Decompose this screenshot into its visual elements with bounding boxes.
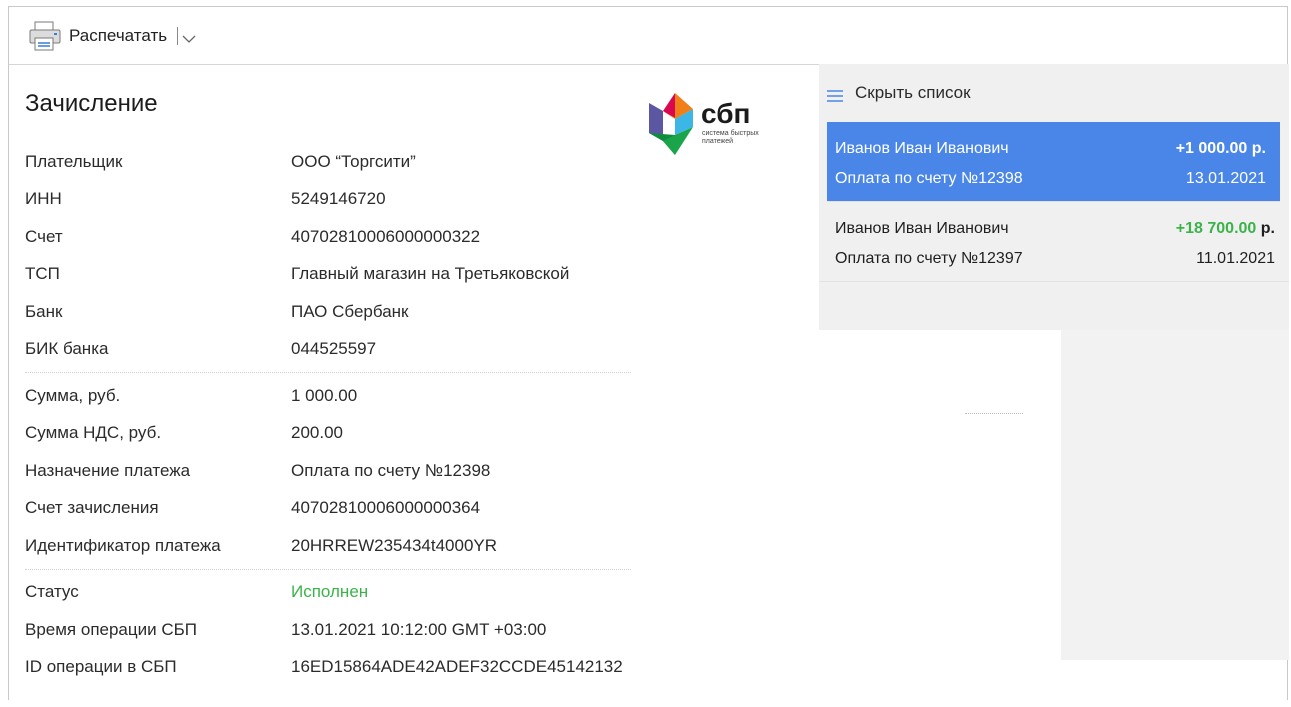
operations-sidebar: Скрыть список Иванов Иван Иванович +1 000… bbox=[819, 64, 1289, 330]
status-value: Исполнен bbox=[291, 582, 369, 602]
detail-value: 40702810006000000322 bbox=[291, 226, 481, 246]
operation-list-item[interactable]: Иванов Иван Иванович +1 000.00 р. Оплата … bbox=[827, 122, 1280, 202]
background-panel bbox=[1061, 330, 1289, 660]
printer-icon bbox=[27, 19, 65, 53]
detail-label: Счет зачисления bbox=[25, 498, 159, 518]
detail-value: Главный магазин на Третьяковской bbox=[291, 264, 570, 284]
detail-row-sbp-time: Время операции СБП 13.01.2021 10:12:00 GM… bbox=[25, 611, 625, 649]
detail-value: 16ED15864ADE42ADEF32CCDE45142132 bbox=[291, 657, 623, 677]
section-divider bbox=[25, 372, 631, 373]
detail-row-account: Счет 40702810006000000322 bbox=[25, 218, 625, 256]
detail-label: Плательщик bbox=[25, 151, 123, 171]
detail-value: 40702810006000000364 bbox=[291, 498, 481, 518]
payer-name: Иванов Иван Иванович bbox=[835, 140, 1009, 157]
detail-label: Статус bbox=[25, 582, 79, 602]
operation-date: 11.01.2021 bbox=[1196, 250, 1275, 267]
detail-value: ПАО Сбербанк bbox=[291, 301, 409, 321]
section-divider bbox=[25, 568, 631, 570]
detail-row-payer: Плательщик ООО “Торгсити” bbox=[25, 143, 625, 181]
page-title: Зачисление bbox=[25, 90, 158, 117]
detail-label: ИНН bbox=[25, 189, 62, 209]
toolbar-divider bbox=[177, 26, 179, 45]
detail-label: Банк bbox=[25, 301, 63, 321]
print-label: Распечатать bbox=[69, 25, 168, 45]
detail-label: БИК банка bbox=[25, 339, 109, 359]
details-group-amounts: Сумма, руб. 1 000.00 Сумма НДС, руб. 200.0… bbox=[25, 377, 625, 565]
detail-row-payment-id: Идентификатор платежа 20HRREW235434t4000Y… bbox=[25, 527, 625, 565]
toolbar: Распечатать bbox=[9, 7, 1287, 65]
operation-amount-value: +18 700.00 bbox=[1175, 220, 1257, 237]
detail-row-bik: БИК банка 044525597 bbox=[25, 331, 625, 369]
detail-row-inn: ИНН 5249146720 bbox=[25, 181, 625, 219]
detail-row-purpose: Назначение платежа Оплата по счету №12398 bbox=[25, 452, 625, 490]
dotted-divider bbox=[965, 413, 1023, 414]
operation-amount: +1 000.00 р. bbox=[1175, 140, 1266, 157]
detail-value: 044525597 bbox=[291, 339, 377, 359]
operation-amount: +18 700.00 р. bbox=[1176, 220, 1275, 238]
detail-row-tsp: ТСП Главный магазин на Третьяковской bbox=[25, 256, 625, 294]
sbp-logo-text: сбп bbox=[701, 98, 750, 129]
sbp-tagline-1: система быстрых bbox=[702, 129, 759, 137]
hide-list-label: Скрыть список bbox=[855, 83, 971, 102]
payer-name: Иванов Иван Иванович bbox=[835, 220, 1009, 237]
operation-date: 13.01.2021 bbox=[1185, 170, 1266, 187]
payment-details: Зачисление Плательщик ООО “Торгсити” ИНН 5… bbox=[25, 85, 631, 687]
detail-value: 20HRREW235434t4000YR bbox=[291, 535, 498, 555]
detail-label: Сумма, руб. bbox=[25, 385, 121, 405]
detail-row-bank: Банк ПАО Сбербанк bbox=[25, 293, 625, 331]
chevron-down-icon[interactable] bbox=[182, 31, 196, 43]
detail-row-vat: Сумма НДС, руб. 200.00 bbox=[25, 415, 625, 453]
sbp-logo: сбп система быстрых платежей bbox=[649, 89, 789, 161]
detail-label: Время операции СБП bbox=[25, 619, 197, 639]
hide-list-button[interactable]: Скрыть список bbox=[819, 64, 1289, 122]
operation-list-item[interactable]: Иванов Иван Иванович +18 700.00 р. Оплата… bbox=[819, 202, 1289, 282]
detail-label: ID операции в СБП bbox=[25, 657, 177, 677]
document-window: Распечатать Зачисление Плательщик ООО “То… bbox=[8, 6, 1289, 707]
detail-row-sbp-id: ID операции в СБП 16ED15864ADE42ADEF32CCD… bbox=[25, 649, 625, 687]
detail-label: Счет bbox=[25, 226, 63, 246]
details-group-status: Статус Исполнен Время операции СБП 13.01.2… bbox=[25, 574, 625, 687]
detail-label: Назначение платежа bbox=[25, 460, 191, 480]
details-group-payer: Плательщик ООО “Торгсити” ИНН 5249146720 С… bbox=[25, 143, 625, 368]
detail-row-status: Статус Исполнен bbox=[25, 574, 625, 612]
operation-purpose: Оплата по счету №12398 bbox=[835, 170, 1023, 187]
operation-purpose: Оплата по счету №12397 bbox=[835, 250, 1023, 267]
detail-value: 200.00 bbox=[291, 423, 343, 443]
detail-value: Оплата по счету №12398 bbox=[291, 460, 491, 480]
empty-panel bbox=[819, 330, 1061, 707]
sbp-tagline-2: платежей bbox=[702, 137, 733, 145]
detail-label: Идентификатор платежа bbox=[25, 535, 221, 555]
detail-label: ТСП bbox=[25, 264, 60, 284]
detail-value: ООО “Торгсити” bbox=[291, 151, 416, 171]
print-button[interactable]: Распечатать bbox=[27, 19, 167, 53]
detail-row-credit-account: Счет зачисления 40702810006000000364 bbox=[25, 490, 625, 528]
detail-value: 1 000.00 bbox=[291, 385, 358, 405]
detail-label: Сумма НДС, руб. bbox=[25, 423, 162, 443]
detail-value: 5249146720 bbox=[291, 189, 386, 209]
operation-amount-unit: р. bbox=[1260, 220, 1275, 237]
menu-icon bbox=[827, 87, 843, 102]
detail-value: 13.01.2021 10:12:00 GMT +03:00 bbox=[291, 619, 547, 639]
detail-row-sum: Сумма, руб. 1 000.00 bbox=[25, 377, 625, 415]
